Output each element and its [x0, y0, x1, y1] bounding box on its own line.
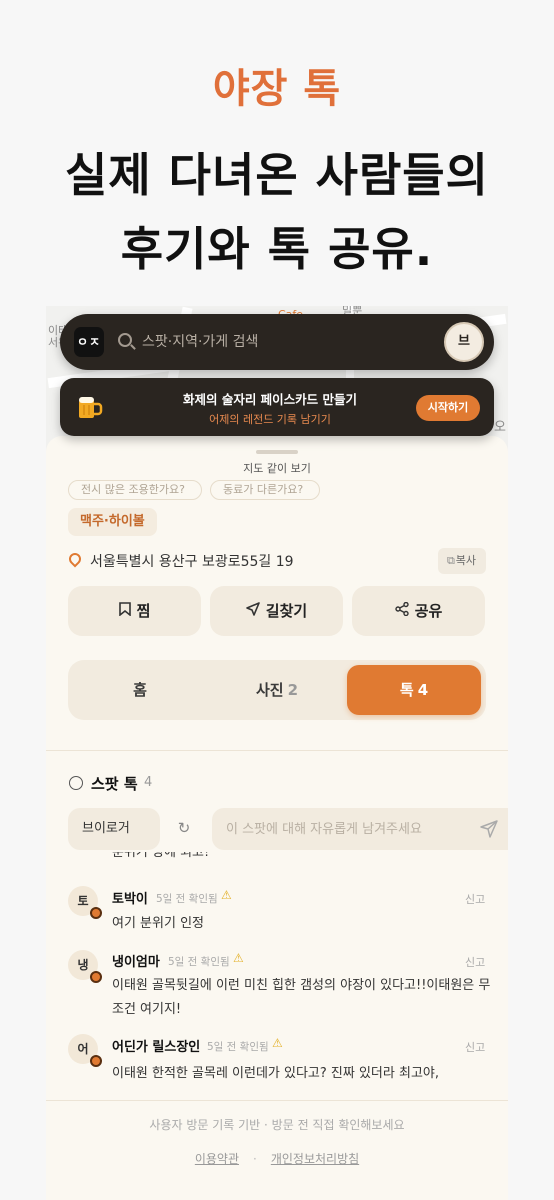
app-logo[interactable]: ㅇㅈ: [74, 327, 104, 357]
copy-icon: ⧉: [446, 554, 455, 567]
comment-avatar: 토: [68, 886, 102, 919]
report-button[interactable]: 신고: [465, 954, 485, 970]
badge-dot: [90, 1055, 102, 1067]
tab-label: 톡: [399, 681, 414, 699]
promo-title: 화제의 술자리 페이스카드 만들기: [182, 392, 358, 407]
profile-avatar-button[interactable]: 브: [444, 322, 484, 362]
tab-bar: 홈 사진 2 톡4: [68, 660, 486, 720]
tab-talk[interactable]: 톡4: [347, 665, 481, 715]
share-label: 공유: [414, 602, 443, 620]
promo-start-button[interactable]: 시작하기: [416, 395, 480, 421]
comment-body: 이태원 한적한 골목레 이런데가 있다고? 진짜 있더라 최고야,: [112, 1066, 439, 1081]
footer-note: 사용자 방문 기록 기반 · 방문 전 직접 확인해보세요: [149, 1118, 405, 1132]
tab-count: 4: [417, 681, 429, 699]
tab-count: 2: [287, 681, 299, 699]
comment-avatar: 어: [68, 1034, 102, 1067]
talk-count: 4: [144, 775, 153, 790]
comment-meta: 5일 전 확인됨: [156, 893, 218, 905]
footer-divider: [46, 1100, 508, 1101]
share-icon: [394, 587, 409, 637]
directions-button[interactable]: 길찾기: [210, 586, 343, 636]
nickname-field[interactable]: 브이로거: [68, 808, 160, 850]
comment-body: 여기 분위기 인정: [112, 916, 204, 931]
copy-label: 복사: [455, 554, 477, 567]
avatar-initial: 어: [77, 1042, 89, 1056]
chat-bubble-icon: [69, 776, 83, 790]
comment-body: 이태원 골목뒷길에 이런 미친 힙한 갬성의 야장이 있다고!!이태원은 무조건…: [112, 978, 491, 1017]
address-text: 서울특별시 용산구 보광로55길 19: [90, 554, 294, 570]
tab-home[interactable]: 홈: [73, 665, 207, 715]
tab-label: 홈: [133, 681, 147, 699]
copy-address-button[interactable]: ⧉복사: [438, 548, 486, 574]
headline-line-1: 실제 다녀온 사람들의: [65, 148, 489, 202]
save-button[interactable]: 찜: [68, 586, 201, 636]
question-chip[interactable]: 전시 많은 조용한가요?: [68, 480, 202, 500]
tab-label: 사진: [255, 681, 284, 699]
comment-author: 토박이: [112, 892, 148, 907]
tab-photos[interactable]: 사진 2: [210, 665, 344, 715]
send-icon[interactable]: [480, 820, 498, 838]
comment-author: 어딘가 릴스장인: [112, 1040, 201, 1055]
comment-meta: 5일 전 확인됨: [168, 956, 230, 968]
warning-icon: ⚠: [272, 1036, 283, 1050]
bookmark-icon: [118, 587, 131, 637]
question-chip[interactable]: 동료가 다른가요?: [210, 480, 320, 500]
clipped-comment-text: 분위기 짱에 최고!: [112, 852, 210, 860]
promo-banner[interactable]: 화제의 술자리 페이스카드 만들기 어제의 레전드 기록 남기기 시작하기: [60, 378, 494, 436]
talk-section-title: 스팟 톡: [91, 775, 138, 793]
headline: 실제 다녀온 사람들의 후기와 톡 공유.: [0, 138, 554, 286]
map-label: 오: [494, 420, 506, 435]
save-label: 찜: [136, 602, 151, 620]
report-button[interactable]: 신고: [465, 1039, 485, 1055]
avatar-initial: 토: [77, 894, 89, 908]
comment-meta: 5일 전 확인됨: [207, 1041, 269, 1053]
search-bar: ㅇㅈ 브: [60, 314, 494, 370]
navigation-arrow-icon: [245, 587, 260, 637]
terms-link[interactable]: 이용약관: [195, 1152, 239, 1166]
directions-label: 길찾기: [265, 602, 308, 620]
warning-icon: ⚠: [233, 951, 244, 965]
sheet-drag-handle[interactable]: [256, 450, 298, 454]
brand-title: 야장 톡: [212, 66, 342, 112]
badge-dot: [90, 971, 102, 983]
comment-input[interactable]: [212, 808, 508, 850]
headline-line-2: 후기와 톡 공유.: [120, 222, 434, 276]
category-tag: 맥주·하이볼: [68, 508, 157, 536]
section-divider: [46, 750, 508, 751]
map-view-link[interactable]: 지도 같이 보기: [0, 460, 554, 476]
promo-subtitle: 어제의 레전드 기록 남기기: [209, 413, 331, 426]
comment-avatar: 냉: [68, 950, 102, 983]
search-icon: [118, 333, 132, 347]
comment-author: 냉이엄마: [112, 955, 160, 970]
avatar-initial: 냉: [77, 958, 89, 972]
beer-mug-icon: [79, 397, 103, 418]
refresh-nickname-icon[interactable]: ↻: [176, 820, 192, 836]
warning-icon: ⚠: [221, 888, 232, 902]
privacy-policy-link[interactable]: 개인정보처리방침: [271, 1152, 359, 1166]
report-button[interactable]: 신고: [465, 891, 485, 907]
search-input[interactable]: [142, 331, 432, 353]
badge-dot: [90, 907, 102, 919]
footer-links: 이용약관 · 개인정보처리방침: [0, 1150, 554, 1167]
share-button[interactable]: 공유: [352, 586, 485, 636]
footer-separator: ·: [253, 1152, 257, 1166]
